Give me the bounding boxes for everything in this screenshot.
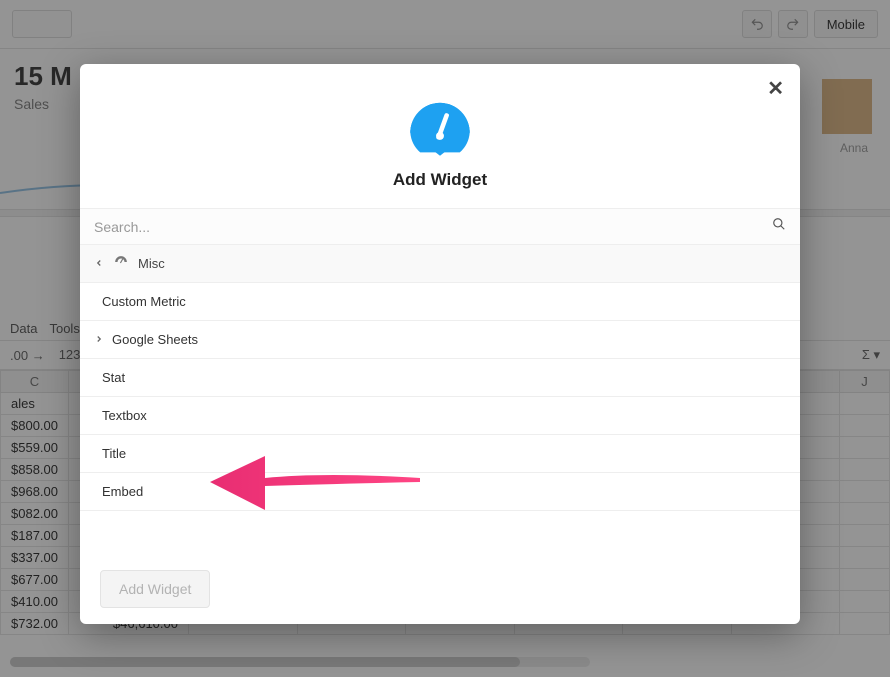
widget-item-label: Textbox bbox=[102, 408, 147, 423]
add-widget-button[interactable]: Add Widget bbox=[100, 570, 210, 608]
widget-item-label: Custom Metric bbox=[102, 294, 186, 309]
search-icon bbox=[772, 217, 786, 236]
dashboard-icon bbox=[114, 255, 128, 272]
search-input[interactable] bbox=[94, 219, 772, 235]
close-icon: ✕ bbox=[767, 78, 784, 100]
chevron-left-icon bbox=[94, 256, 104, 271]
widget-item-textbox[interactable]: Textbox bbox=[80, 397, 800, 435]
widget-item-label: Embed bbox=[102, 484, 143, 499]
widget-item-label: Stat bbox=[102, 370, 125, 385]
widget-item-google-sheets[interactable]: Google Sheets bbox=[80, 321, 800, 359]
widget-item-embed[interactable]: Embed bbox=[80, 473, 800, 511]
chevron-right-icon bbox=[94, 332, 104, 347]
breadcrumb-label: Misc bbox=[138, 256, 165, 271]
modal-title: Add Widget bbox=[393, 170, 487, 190]
add-widget-modal: ✕ Add Widget Misc Custom Metric bbox=[80, 64, 800, 624]
breadcrumb[interactable]: Misc bbox=[80, 245, 800, 283]
gauge-icon bbox=[407, 94, 473, 158]
search-row[interactable] bbox=[80, 208, 800, 245]
widget-list: Custom Metric Google Sheets Stat Textbox… bbox=[80, 283, 800, 554]
widget-item-title[interactable]: Title bbox=[80, 435, 800, 473]
widget-item-stat[interactable]: Stat bbox=[80, 359, 800, 397]
widget-item-custom-metric[interactable]: Custom Metric bbox=[80, 283, 800, 321]
widget-item-label: Title bbox=[102, 446, 126, 461]
widget-item-label: Google Sheets bbox=[112, 332, 198, 347]
close-button[interactable]: ✕ bbox=[767, 76, 784, 101]
